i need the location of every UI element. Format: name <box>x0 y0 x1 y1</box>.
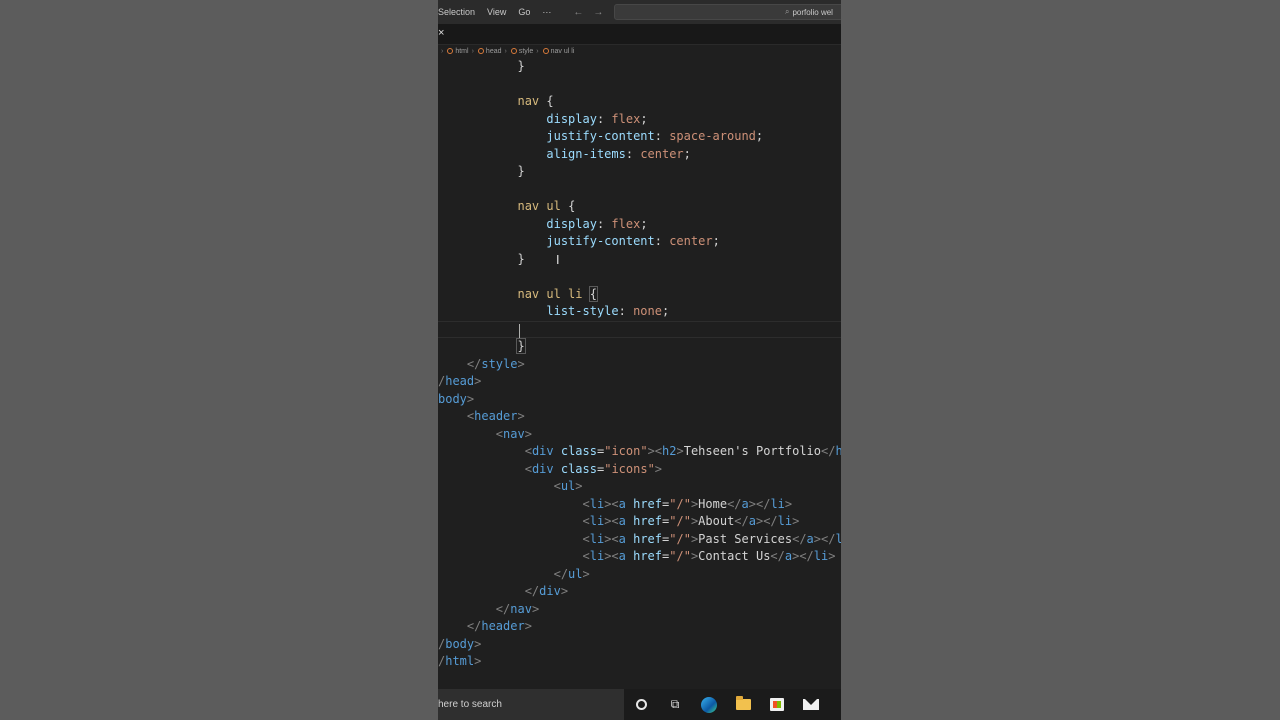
code-line-29: <li><a href="/">Contact Us</a></li> <box>582 549 836 563</box>
search-icon: ⌕ <box>785 7 790 16</box>
code-line-19: /head> <box>438 374 482 388</box>
task-view-icon: ⧉ <box>670 697 680 711</box>
code-line-22: <nav> <box>495 426 532 441</box>
search-text: porfolio wel <box>792 7 833 17</box>
css-rule-icon <box>542 48 549 54</box>
breadcrumb-item-head[interactable]: › head <box>469 48 502 55</box>
code-line-21: <header> <box>466 409 525 423</box>
pillarbox-left <box>0 0 438 720</box>
forward-arrow-icon[interactable]: → <box>593 7 603 18</box>
code-line-32: </nav> <box>495 601 540 616</box>
mail-button[interactable] <box>794 689 828 720</box>
code-line-11: justify-content: center; <box>546 234 720 248</box>
taskbar-search-box[interactable]: here to search <box>438 689 624 720</box>
edge-icon <box>701 696 717 713</box>
edge-button[interactable] <box>692 689 726 720</box>
store-icon <box>770 698 784 711</box>
code-line-18: </style> <box>466 356 525 371</box>
breadcrumb: › html › head › style › nav ul li <box>438 45 841 57</box>
taskbar-search-placeholder: here to search <box>438 699 502 710</box>
code-line-23: <div class="icon"><h2>Tehseen's Portfoli… <box>524 444 841 458</box>
code-line-28: <li><a href="/">Past Services</a></li <box>582 531 842 546</box>
pillarbox-right <box>841 0 1280 720</box>
editor-window: Selection View Go ··· ← → ⌕ porfolio wel… <box>438 0 841 720</box>
breadcrumb-item-html[interactable]: › html <box>438 48 469 55</box>
tab-strip: × <box>438 24 841 45</box>
mouse-ibeam-cursor-icon: I <box>556 253 560 267</box>
code-line-27: <li><a href="/">About</a></li> <box>582 514 800 528</box>
breadcrumb-item-selector[interactable]: › nav ul li <box>533 48 574 55</box>
code-line-15: list-style: none; <box>546 304 670 318</box>
code-line-12: } <box>517 251 525 266</box>
html-element-icon <box>477 48 484 54</box>
folder-icon <box>735 696 751 710</box>
code-line-9: nav ul { <box>517 199 576 213</box>
title-bar: Selection View Go ··· ← → ⌕ porfolio wel <box>438 0 841 24</box>
code-line-25: <ul> <box>553 479 583 493</box>
back-arrow-icon[interactable]: ← <box>573 7 583 18</box>
code-line-6: align-items: center; <box>546 146 691 161</box>
cortana-button[interactable] <box>624 689 658 720</box>
code-line-33: </header> <box>466 619 532 633</box>
code-line-10: display: flex; <box>546 216 648 231</box>
mail-icon <box>803 699 819 710</box>
code-line-26: <li><a href="/">Home</a></li> <box>582 496 793 511</box>
breadcrumb-item-style[interactable]: › style <box>502 48 534 55</box>
menu-selection[interactable]: Selection <box>438 7 481 17</box>
code-line-30: </ul> <box>553 566 590 581</box>
close-icon[interactable]: × <box>438 27 444 39</box>
code-line-24: <div class="icons"> <box>524 461 663 476</box>
code-line-35: /html> <box>438 654 482 668</box>
code-line-20: body> <box>438 391 475 406</box>
code-line-16-current[interactable] <box>438 320 841 338</box>
code-line-3: nav { <box>517 94 554 108</box>
code-line-31: </div> <box>524 584 569 598</box>
html-element-icon <box>510 48 517 54</box>
store-button[interactable] <box>760 689 794 720</box>
code-line-7: } <box>517 164 525 178</box>
code-line-34: /body> <box>438 636 482 651</box>
html-element-icon <box>447 48 454 54</box>
task-view-button[interactable]: ⧉ <box>658 689 692 720</box>
menu-go[interactable]: Go <box>512 7 536 17</box>
code-line-14: nav ul li { <box>517 285 599 302</box>
text-caret <box>519 323 520 338</box>
code-line-4: display: flex; <box>546 111 648 126</box>
windows-taskbar: here to search ⧉ <box>438 689 841 720</box>
file-explorer-button[interactable] <box>726 689 760 720</box>
menu-view[interactable]: View <box>481 7 512 17</box>
code-line-5: justify-content: space-around; <box>546 129 764 143</box>
command-center-search[interactable]: ⌕ porfolio wel <box>614 4 841 20</box>
code-line-1: } <box>517 59 525 73</box>
code-line-17: } <box>516 338 526 354</box>
menu-more[interactable]: ··· <box>536 7 557 17</box>
cortana-icon <box>635 699 647 710</box>
